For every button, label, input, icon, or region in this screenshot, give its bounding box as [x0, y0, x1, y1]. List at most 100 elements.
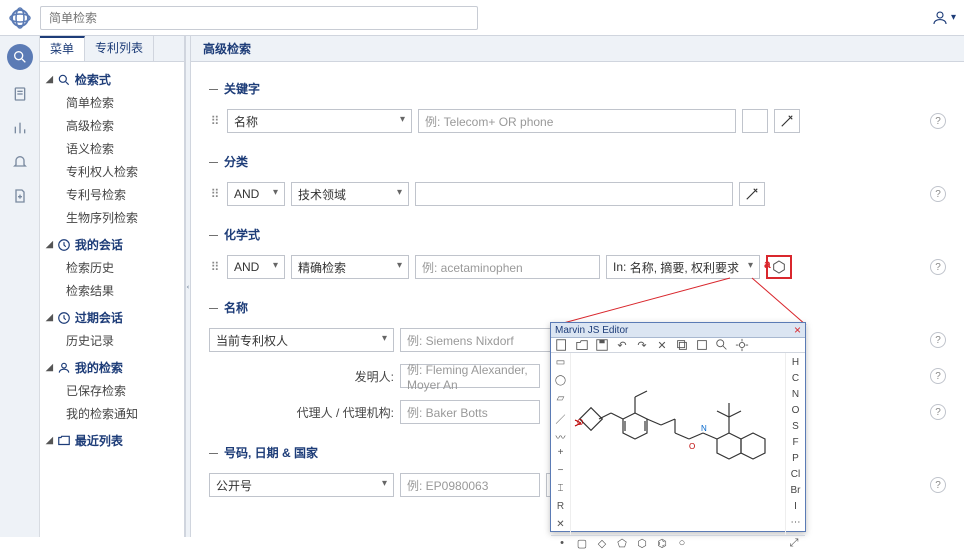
tree-group-0[interactable]: ◢检索式	[44, 68, 180, 91]
help-icon[interactable]: ?	[930, 477, 946, 493]
tree-group-3[interactable]: ◢我的检索	[44, 356, 180, 379]
chain-tool-icon[interactable]: 〰	[555, 429, 567, 441]
number-field-select[interactable]: 公开号	[209, 473, 394, 497]
template-dot-icon[interactable]: •	[555, 536, 569, 550]
template-ring7-icon[interactable]: ○	[675, 536, 689, 550]
expand-icon[interactable]: ⤢	[787, 536, 801, 550]
template-ring4-icon[interactable]: ◇	[595, 536, 609, 550]
paste-icon[interactable]	[695, 338, 709, 352]
element-Br[interactable]: Br	[791, 485, 801, 496]
rail-document-icon[interactable]	[10, 84, 30, 104]
save-icon[interactable]	[595, 338, 609, 352]
quick-search[interactable]	[40, 6, 478, 30]
tree-item[interactable]: 检索结果	[66, 279, 180, 302]
tree-item[interactable]: 已保存检索	[66, 379, 180, 402]
element-N[interactable]: N	[792, 389, 799, 400]
template-ring6-icon[interactable]: ⬡	[635, 536, 649, 550]
tree-item[interactable]: 生物序列检索	[66, 206, 180, 229]
select-tool-icon[interactable]: ▭	[555, 357, 567, 369]
element-I[interactable]: I	[794, 501, 797, 512]
drag-handle-icon[interactable]: ⠿	[209, 188, 221, 200]
section-name[interactable]: —名称	[209, 291, 946, 324]
name-field-select[interactable]: 当前专利权人	[209, 328, 394, 352]
new-icon[interactable]	[555, 338, 569, 352]
tab-patent-list[interactable]: 专利列表	[85, 36, 154, 61]
bond-tool-icon[interactable]: ／	[555, 411, 567, 423]
close-icon[interactable]: ×	[794, 323, 801, 337]
help-icon[interactable]: ?	[930, 259, 946, 275]
element-P[interactable]: P	[792, 453, 799, 464]
redo-icon[interactable]: ↷	[635, 338, 649, 352]
tree-item[interactable]: 语义检索	[66, 137, 180, 160]
element-S[interactable]: S	[792, 421, 799, 432]
settings-icon[interactable]	[735, 338, 749, 352]
tree-item[interactable]: 简单检索	[66, 91, 180, 114]
tree-item[interactable]: 高级检索	[66, 114, 180, 137]
structure-canvas[interactable]: O O N	[571, 353, 785, 535]
x-tool-icon[interactable]: ✕	[555, 519, 567, 531]
cls-wand-button[interactable]	[739, 182, 765, 206]
quick-search-input[interactable]	[41, 11, 477, 25]
chem-input[interactable]: 例: acetaminophen	[415, 255, 600, 279]
template-benzene-icon[interactable]: ⌬	[655, 536, 669, 550]
section-classification[interactable]: —分类	[209, 145, 946, 178]
text-tool-icon[interactable]: ⌶	[555, 483, 567, 495]
user-menu[interactable]: ▾	[931, 9, 956, 27]
cls-field-select[interactable]: 技术领域	[291, 182, 409, 206]
cut-icon[interactable]: ✕	[655, 338, 669, 352]
plus-tool-icon[interactable]: +	[555, 447, 567, 459]
help-icon[interactable]: ?	[930, 368, 946, 384]
keyword-field-select[interactable]: 名称	[227, 109, 412, 133]
section-chemistry[interactable]: —化学式	[209, 218, 946, 251]
zoom-icon[interactable]	[715, 338, 729, 352]
template-square-icon[interactable]: ▢	[575, 536, 589, 550]
keyword-wand-button[interactable]	[774, 109, 800, 133]
rail-bell-icon[interactable]	[10, 152, 30, 172]
element-H[interactable]: H	[792, 357, 799, 368]
template-ring5-icon[interactable]: ⬠	[615, 536, 629, 550]
keyword-input[interactable]: 例: Telecom+ OR phone	[418, 109, 736, 133]
cls-operator-select[interactable]: AND	[227, 182, 285, 206]
help-icon[interactable]: ?	[930, 113, 946, 129]
undo-icon[interactable]: ↶	[615, 338, 629, 352]
cls-input[interactable]	[415, 182, 733, 206]
tree-group-2[interactable]: ◢过期会话	[44, 306, 180, 329]
drag-handle-icon[interactable]: ⠿	[209, 115, 221, 127]
help-icon[interactable]: ?	[930, 404, 946, 420]
chem-mode-select[interactable]: 精确检索	[291, 255, 409, 279]
tree-group-4[interactable]: ◢最近列表	[44, 429, 180, 452]
tree-item[interactable]: 我的检索通知	[66, 402, 180, 425]
r-tool-icon[interactable]: R	[555, 501, 567, 513]
tree-item[interactable]: 专利权人检索	[66, 160, 180, 183]
element-C[interactable]: C	[792, 373, 799, 384]
rail-search-icon[interactable]	[7, 44, 33, 70]
section-keyword[interactable]: —关键字	[209, 72, 946, 105]
help-icon[interactable]: ?	[930, 332, 946, 348]
tree-item[interactable]: 专利号检索	[66, 183, 180, 206]
marvin-title-bar[interactable]: Marvin JS Editor ×	[551, 323, 805, 338]
element-F[interactable]: F	[792, 437, 798, 448]
erase-tool-icon[interactable]: ▱	[555, 393, 567, 405]
minus-tool-icon[interactable]: −	[555, 465, 567, 477]
element-Cl[interactable]: Cl	[791, 469, 800, 480]
number-input[interactable]: 例: EP0980063	[400, 473, 540, 497]
tree-group-1[interactable]: ◢我的会话	[44, 233, 180, 256]
help-icon[interactable]: ?	[930, 186, 946, 202]
svg-text:N: N	[701, 424, 707, 433]
lasso-tool-icon[interactable]: ◯	[555, 375, 567, 387]
tree-item[interactable]: 历史记录	[66, 329, 180, 352]
tab-menu[interactable]: 菜单	[40, 36, 85, 61]
open-icon[interactable]	[575, 338, 589, 352]
keyword-extra-button[interactable]	[742, 109, 768, 133]
element-O[interactable]: O	[792, 405, 800, 416]
element-more-icon[interactable]: ⋯	[791, 517, 801, 528]
agent-input[interactable]: 例: Baker Botts	[400, 400, 540, 424]
drag-handle-icon[interactable]: ⠿	[209, 261, 221, 273]
copy-icon[interactable]	[675, 338, 689, 352]
chem-in-select[interactable]: In: 名称, 摘要, 权利要求	[606, 255, 760, 279]
rail-chart-icon[interactable]	[10, 118, 30, 138]
chem-operator-select[interactable]: AND	[227, 255, 285, 279]
inventor-input[interactable]: 例: Fleming Alexander, Moyer An	[400, 364, 540, 388]
tree-item[interactable]: 检索历史	[66, 256, 180, 279]
rail-export-icon[interactable]	[10, 186, 30, 206]
